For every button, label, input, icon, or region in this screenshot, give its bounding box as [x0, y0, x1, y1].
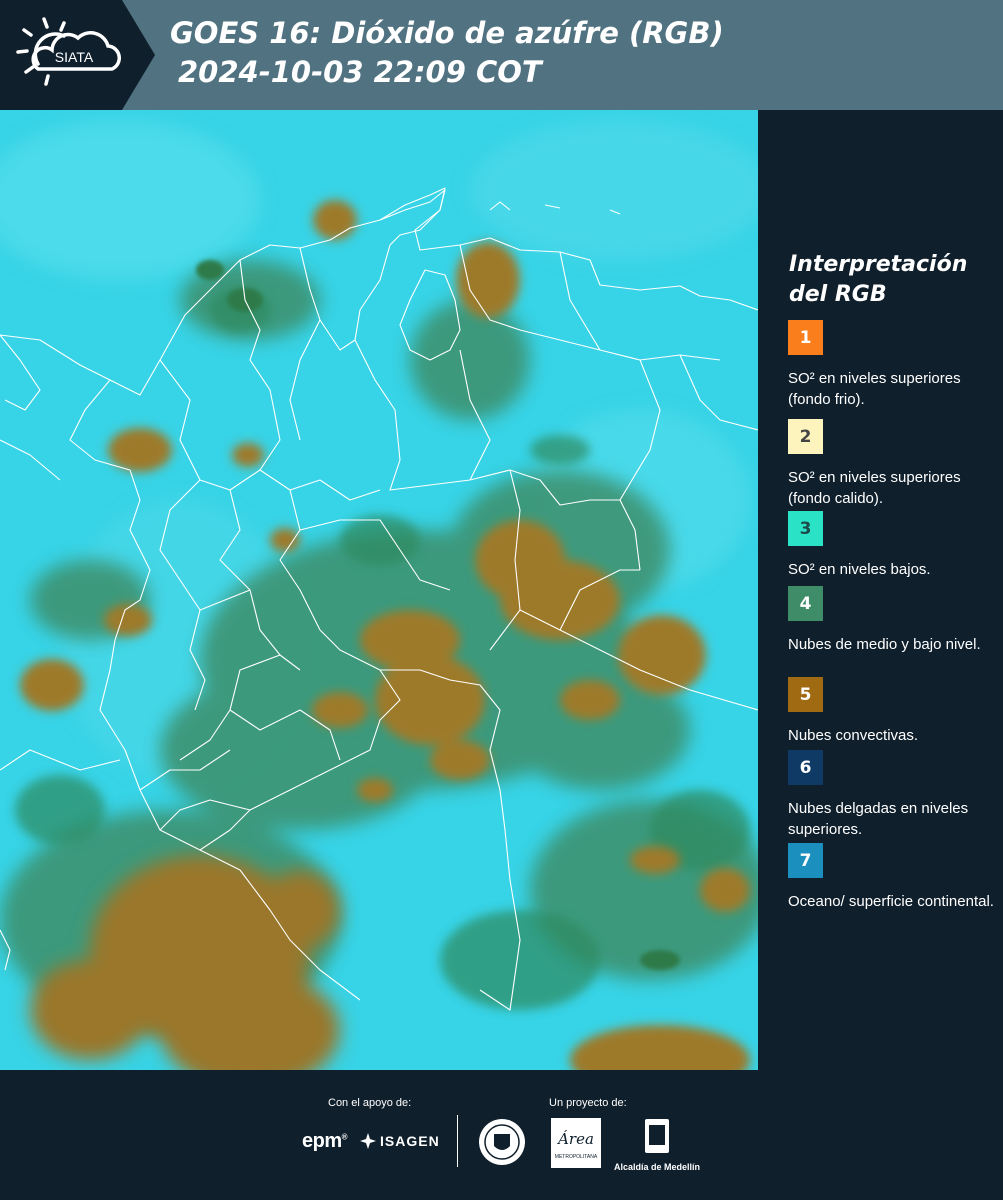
legend-swatch-3: 3	[788, 511, 823, 546]
legend-item-4: 4 Nubes de medio y bajo nivel.	[788, 586, 998, 655]
legend-item-7: 7 Oceano/ superficie continental.	[788, 843, 998, 912]
support-label: Con el apoyo de:	[328, 1097, 412, 1109]
legend-item-5: 5 Nubes convectivas.	[788, 677, 998, 746]
legend-item-2: 2 SO² en niveles superiores (fondo calid…	[788, 419, 998, 509]
alcaldia-shield-icon	[645, 1119, 669, 1153]
satellite-map	[0, 110, 758, 1070]
satellite-image	[0, 110, 758, 1070]
legend-text-7: Oceano/ superficie continental.	[788, 893, 994, 910]
legend-item-3: 3 SO² en niveles bajos.	[788, 511, 998, 580]
legend-swatch-6: 6	[788, 750, 823, 785]
legend-text-5: Nubes convectivas.	[788, 727, 919, 744]
legend-text-6: Nubes delgadas en niveles superiores.	[788, 800, 969, 838]
legend-title-line-1: Interpretación	[789, 252, 968, 277]
footer-divider	[457, 1115, 458, 1167]
epm-logo: epm®	[302, 1130, 348, 1152]
area-metropolitana-logo: Área METROPOLITANA	[551, 1118, 601, 1168]
isagen-logo: ISAGEN	[360, 1133, 440, 1149]
isagen-mark-icon	[360, 1133, 376, 1149]
svg-text:METROPOLITANA: METROPOLITANA	[555, 1154, 598, 1160]
isagen-logo-text: ISAGEN	[380, 1133, 440, 1149]
legend-text-1: SO² en niveles superiores (fondo frio).	[788, 370, 961, 408]
svg-text:SIATA: SIATA	[55, 49, 94, 65]
siata-logo: SIATA	[16, 17, 121, 86]
title-line-2: 2024-10-03 22:09 COT	[178, 55, 542, 89]
epm-logo-text: epm	[302, 1130, 342, 1152]
legend-item-6: 6 Nubes delgadas en niveles superiores.	[788, 750, 998, 840]
svg-text:Área: Área	[556, 1130, 594, 1148]
footer-sponsors: Con el apoyo de: Un proyecto de: epm® IS…	[0, 1070, 1003, 1200]
legend-swatch-7: 7	[788, 843, 823, 878]
legend-item-1: 1 SO² en niveles superiores (fondo frio)…	[788, 320, 998, 410]
page-title: GOES 16: Dióxido de azúfre (RGB) 2024-10…	[170, 14, 970, 92]
legend-swatch-5: 5	[788, 677, 823, 712]
legend-panel: Interpretación del RGB 1 SO² en niveles …	[762, 110, 1003, 1070]
legend-swatch-2: 2	[788, 419, 823, 454]
legend-title: Interpretación del RGB	[789, 250, 999, 310]
legend-swatch-4: 4	[788, 586, 823, 621]
title-line-1: GOES 16: Dióxido de azúfre (RGB)	[170, 16, 724, 50]
project-label: Un proyecto de:	[549, 1097, 627, 1109]
medellin-seal-icon	[479, 1119, 525, 1165]
legend-text-2: SO² en niveles superiores (fondo calido)…	[788, 469, 961, 507]
legend-text-3: SO² en niveles bajos.	[788, 561, 931, 578]
legend-swatch-1: 1	[788, 320, 823, 355]
legend-title-line-2: del RGB	[789, 282, 887, 307]
alcaldia-text: Alcaldía de Medellín	[613, 1162, 701, 1172]
legend-text-4: Nubes de medio y bajo nivel.	[788, 636, 981, 653]
header-bar: SIATA GOES 16: Dióxido de azúfre (RGB) 2…	[0, 0, 1003, 110]
alcaldia-logo: Alcaldía de Medellín	[612, 1118, 702, 1172]
